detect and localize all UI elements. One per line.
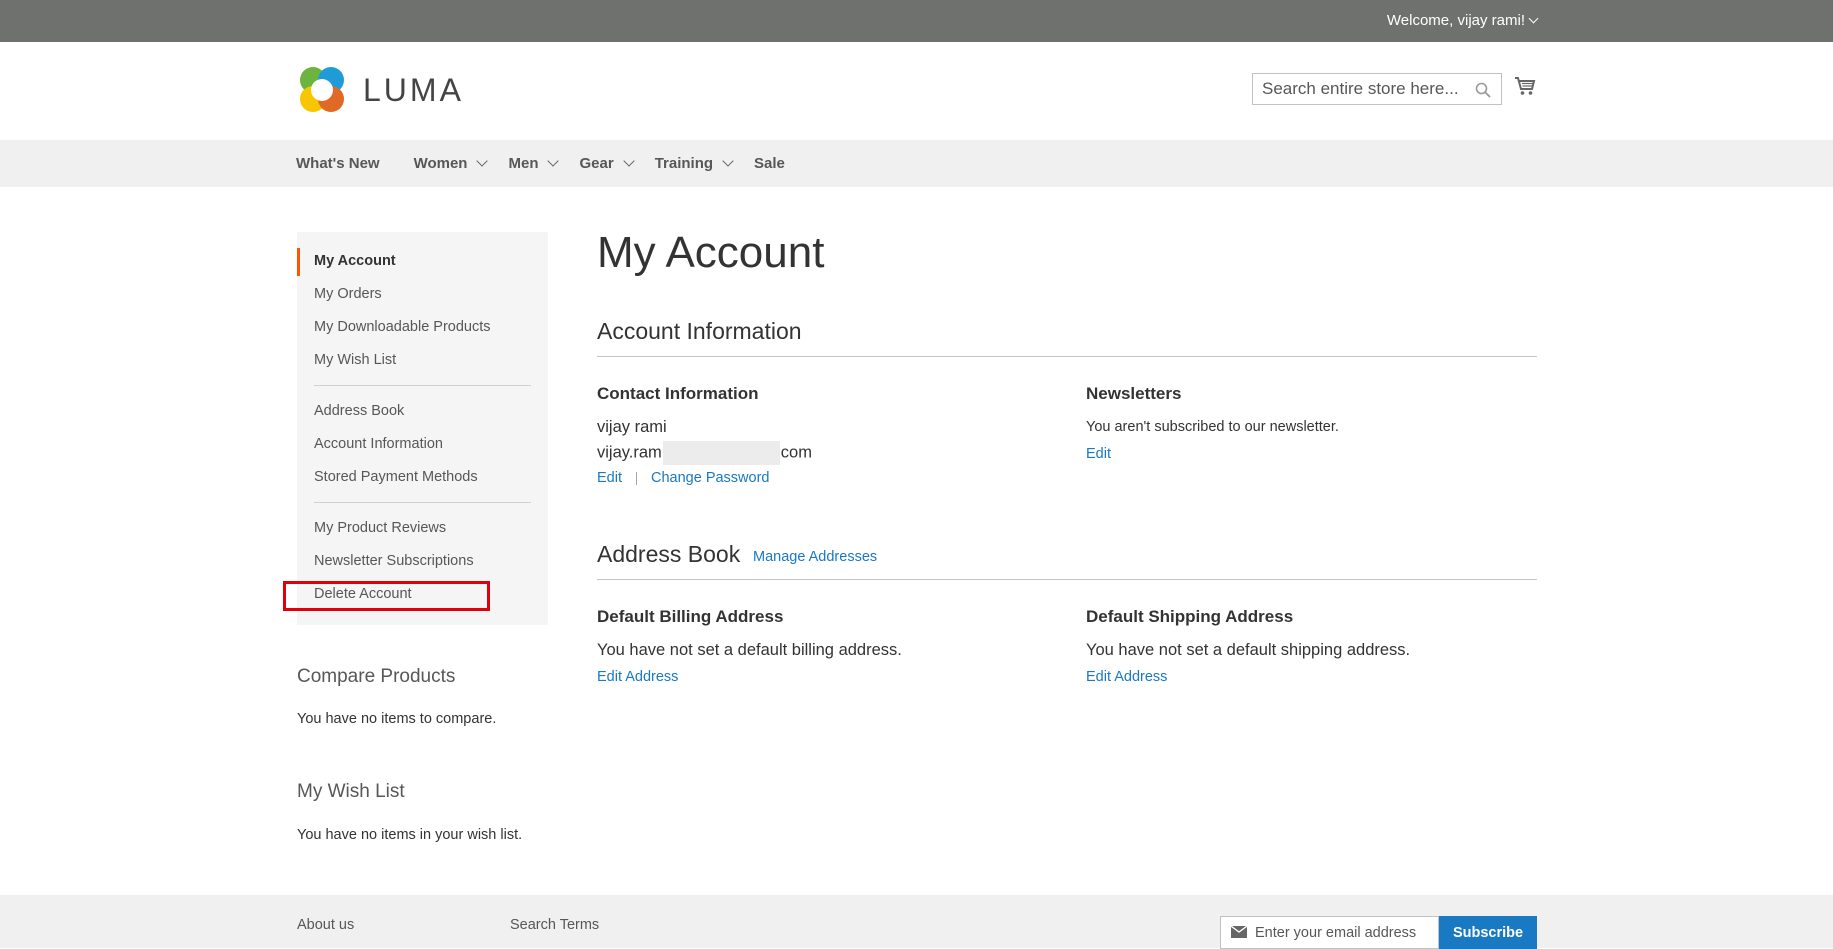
- contact-name: vijay rami: [597, 418, 667, 436]
- sidebar-item-newsletter-subscriptions[interactable]: Newsletter Subscriptions: [314, 553, 474, 569]
- page-title: My Account: [597, 228, 825, 277]
- section-divider: [597, 356, 1537, 357]
- customer-welcome-menu[interactable]: Welcome, vijay rami!: [1386, 12, 1539, 29]
- sidebar-item-account-information[interactable]: Account Information: [314, 436, 443, 452]
- footer: About us Search Terms Subscribe: [0, 895, 1833, 949]
- account-information-title: Account Information: [597, 318, 802, 344]
- wish-list-empty-text: You have no items in your wish list.: [297, 827, 523, 843]
- nav-item-men[interactable]: Men: [508, 154, 560, 172]
- email-start: vijay.ram: [597, 443, 662, 462]
- compare-products-title: Compare Products: [297, 666, 456, 687]
- sidebar-item-my-account[interactable]: My Account: [314, 253, 396, 269]
- contact-information-title: Contact Information: [597, 384, 759, 403]
- sidebar-item-stored-payment-methods[interactable]: Stored Payment Methods: [314, 469, 478, 485]
- sidebar-item-my-orders[interactable]: My Orders: [314, 286, 382, 302]
- cart-icon[interactable]: [1514, 76, 1536, 96]
- newsletter-field: [1220, 916, 1439, 949]
- top-bar: Welcome, vijay rami!: [0, 0, 1833, 42]
- edit-billing-address-link[interactable]: Edit Address: [597, 669, 678, 685]
- header: LUMA: [0, 42, 1833, 140]
- chevron-down-icon: [476, 154, 489, 167]
- sidebar-item-product-reviews[interactable]: My Product Reviews: [314, 520, 446, 536]
- chevron-down-icon: [623, 154, 635, 167]
- billing-address-text: You have not set a default billing addre…: [597, 641, 902, 659]
- newsletters-title: Newsletters: [1086, 384, 1182, 403]
- subscribe-button[interactable]: Subscribe: [1439, 916, 1537, 949]
- contact-email: vijay.ram com: [597, 441, 812, 465]
- nav-label: Training: [654, 155, 714, 172]
- sidebar-divider: [314, 385, 531, 386]
- redacted-email-block: [662, 441, 780, 465]
- nav-item-gear[interactable]: Gear: [579, 154, 635, 172]
- sidebar-divider: [314, 502, 531, 503]
- wish-list-title: My Wish List: [297, 781, 405, 802]
- default-billing-title: Default Billing Address: [597, 607, 784, 626]
- welcome-text: Welcome, vijay rami!: [1386, 12, 1525, 29]
- nav-item-whats-new[interactable]: What's New: [296, 155, 380, 172]
- search-input[interactable]: [1253, 74, 1463, 104]
- manage-addresses-link[interactable]: Manage Addresses: [753, 549, 877, 565]
- nav-label: Women: [413, 155, 468, 172]
- delete-account-highlight-box: [283, 581, 490, 611]
- compare-empty-text: You have no items to compare.: [297, 711, 497, 727]
- sidebar-item-wish-list[interactable]: My Wish List: [314, 352, 396, 368]
- address-book-title: Address Book: [597, 541, 741, 567]
- chevron-down-icon: [722, 154, 734, 167]
- nav-item-training[interactable]: Training: [654, 154, 734, 172]
- newsletter-email-input[interactable]: [1255, 917, 1435, 948]
- sidebar-item-address-book[interactable]: Address Book: [314, 403, 404, 419]
- footer-search-terms-link[interactable]: Search Terms: [510, 917, 599, 933]
- edit-contact-link[interactable]: Edit: [597, 470, 622, 486]
- chevron-down-icon: [1528, 13, 1539, 24]
- link-separator: [636, 472, 637, 485]
- search-icon[interactable]: [1475, 82, 1491, 98]
- nav-label: Gear: [579, 155, 614, 172]
- default-shipping-title: Default Shipping Address: [1086, 607, 1294, 626]
- nav-bar: What's New Women Men Gear Training Sale: [0, 140, 1833, 187]
- newsletter-status-text: You aren't subscribed to our newsletter.: [1086, 419, 1339, 435]
- envelope-icon: [1231, 926, 1247, 938]
- change-password-link[interactable]: Change Password: [651, 470, 770, 486]
- nav-label: Sale: [754, 155, 785, 172]
- footer-about-us-link[interactable]: About us: [297, 917, 354, 933]
- logo[interactable]: LUMA: [297, 64, 464, 116]
- search-box: [1252, 73, 1502, 105]
- edit-newsletter-link[interactable]: Edit: [1086, 446, 1111, 462]
- chevron-down-icon: [547, 154, 560, 167]
- active-indicator: [297, 248, 300, 276]
- sidebar-item-downloadable-products[interactable]: My Downloadable Products: [314, 319, 491, 335]
- nav-label: Men: [508, 155, 539, 172]
- section-divider: [597, 579, 1537, 580]
- luma-logo-icon: [300, 67, 344, 112]
- nav-label: What's New: [296, 155, 380, 172]
- account-sidebar: My Account My Orders My Downloadable Pro…: [297, 232, 548, 625]
- nav-item-sale[interactable]: Sale: [754, 155, 785, 172]
- shipping-address-text: You have not set a default shipping addr…: [1086, 641, 1411, 659]
- edit-shipping-address-link[interactable]: Edit Address: [1086, 669, 1167, 685]
- email-end: com: [780, 443, 812, 462]
- main-nav: What's New Women Men Gear Training Sale: [296, 140, 811, 187]
- nav-item-women[interactable]: Women: [413, 154, 489, 172]
- logo-text: LUMA: [363, 71, 464, 108]
